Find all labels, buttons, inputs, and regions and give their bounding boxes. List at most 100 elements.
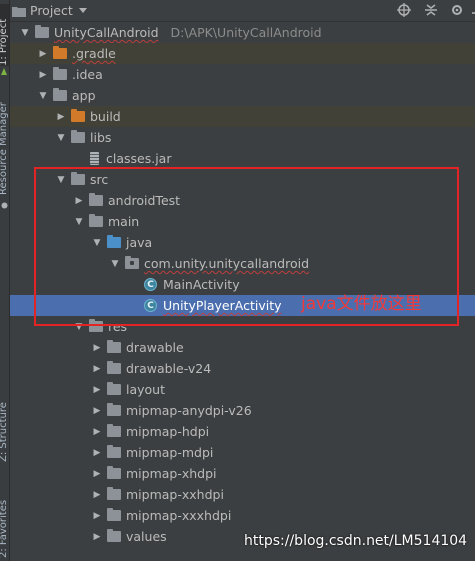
tree-row[interactable]: ▶ .idea	[10, 64, 475, 85]
tree-row[interactable]: ▶ mipmap-xxxhdpi	[10, 505, 475, 526]
folder-icon	[107, 235, 121, 248]
expand-down-icon[interactable]: ▼	[54, 173, 68, 187]
project-tool-tab[interactable]: 1: Project	[0, 4, 9, 66]
class-icon: C	[144, 278, 157, 291]
tree-row[interactable]: ▼ res	[10, 316, 475, 337]
tree-item-label: app	[72, 88, 96, 103]
tree-item-label: values	[126, 529, 167, 544]
tree-row[interactable]: ▼ libs	[10, 127, 475, 148]
folder-icon	[107, 508, 121, 521]
expand-right-icon[interactable]: ▶	[36, 47, 50, 61]
tree-item-label: com.unity.unitycallandroid	[144, 256, 310, 271]
collapse-icon[interactable]	[422, 1, 440, 19]
tree-item-label: drawable-v24	[126, 361, 212, 376]
watermark: https://blog.csdn.net/LM514104	[244, 533, 468, 549]
resource-manager-tool-tab[interactable]: Resource Manager	[0, 95, 9, 195]
target-icon[interactable]	[395, 1, 413, 19]
minimize-icon[interactable]	[468, 1, 475, 19]
structure-tool-tab[interactable]: Z: Structure	[0, 402, 9, 462]
expand-right-icon[interactable]: ▶	[90, 362, 104, 376]
package-icon	[125, 256, 139, 269]
android-icon	[0, 64, 9, 75]
view-selector-label: Project	[30, 3, 73, 18]
project-view-selector[interactable]: Project	[12, 2, 87, 19]
gear-icon[interactable]	[448, 1, 466, 19]
chevron-down-icon	[78, 7, 87, 13]
tree-item-label: MainActivity	[163, 277, 240, 292]
folder-icon	[53, 67, 67, 80]
tree-row[interactable]: ▼ java	[10, 232, 475, 253]
folder-icon	[71, 109, 85, 122]
tree-row[interactable]: ▼ com.unity.unitycallandroid	[10, 253, 475, 274]
tree-row[interactable]: ▶ drawable	[10, 337, 475, 358]
tool-window-stripe: 1: Project Resource Manager Z: Structure…	[0, 0, 10, 561]
expand-down-icon[interactable]: ▼	[108, 257, 122, 271]
expand-right-icon[interactable]: ▶	[90, 488, 104, 502]
folder-icon	[107, 340, 121, 353]
tree-item-label: build	[90, 109, 121, 124]
expand-right-icon[interactable]: ▶	[90, 404, 104, 418]
tree-item-label: mipmap-xxhdpi	[126, 487, 224, 502]
tree-row[interactable]: ▶ drawable-v24	[10, 358, 475, 379]
expand-down-icon[interactable]: ▼	[36, 89, 50, 103]
expand-down-icon[interactable]: ▼	[72, 320, 86, 334]
folder-icon	[107, 382, 121, 395]
folder-icon	[107, 445, 121, 458]
tree-item-label: mipmap-anydpi-v26	[126, 403, 252, 418]
tree-row[interactable]: ▶ .gradle	[10, 43, 475, 64]
expand-right-icon[interactable]: ▶	[90, 467, 104, 481]
tree-row[interactable]: ▶ androidTest	[10, 190, 475, 211]
folder-icon	[107, 529, 121, 542]
folder-icon	[107, 424, 121, 437]
folder-icon	[89, 193, 103, 206]
tree-item-label: drawable	[126, 340, 184, 355]
expand-right-icon[interactable]: ▶	[72, 194, 86, 208]
expand-right-icon[interactable]: ▶	[36, 68, 50, 82]
favorites-tool-tab[interactable]: 2: Favorites	[0, 494, 9, 558]
tree-row[interactable]: ▶ layout	[10, 379, 475, 400]
folder-icon	[89, 214, 103, 227]
folder-icon	[35, 25, 49, 38]
expand-down-icon[interactable]: ▼	[90, 236, 104, 250]
tree-row[interactable]: ▶ build	[10, 106, 475, 127]
tree-item-label: mipmap-xhdpi	[126, 466, 217, 481]
tree-row[interactable]: ▶ mipmap-xhdpi	[10, 463, 475, 484]
annotation-text: java文件放这里	[301, 294, 422, 314]
tree-item-label: .gradle	[72, 46, 116, 61]
tree-item-label: libs	[90, 130, 112, 145]
tree-item-label: UnityCallAndroid	[54, 25, 159, 40]
tree-item-label: UnityPlayerActivity	[163, 298, 282, 313]
tree-item-label: mipmap-hdpi	[126, 424, 210, 439]
tree-row[interactable]: ▶ mipmap-xxhdpi	[10, 484, 475, 505]
folder-icon	[107, 361, 121, 374]
tree-row[interactable]: ▶ mipmap-anydpi-v26	[10, 400, 475, 421]
expand-down-icon[interactable]: ▼	[72, 215, 86, 229]
expand-right-icon[interactable]: ▶	[90, 530, 104, 544]
tree-row[interactable]: ▼ main	[10, 211, 475, 232]
expand-right-icon[interactable]: ▶	[54, 110, 68, 124]
tree-item-label: mipmap-mdpi	[126, 445, 214, 460]
jar-icon	[90, 152, 99, 165]
tree-row[interactable]: classes.jar	[10, 148, 475, 169]
tree-item-label: res	[108, 319, 128, 334]
expand-down-icon[interactable]: ▼	[54, 131, 68, 145]
expand-right-icon[interactable]: ▶	[90, 383, 104, 397]
folder-icon	[107, 487, 121, 500]
tree-row[interactable]: ▶ mipmap-mdpi	[10, 442, 475, 463]
expand-right-icon[interactable]: ▶	[90, 341, 104, 355]
tree-item-label: mipmap-xxxhdpi	[126, 508, 232, 523]
tree-row[interactable]: ▶ mipmap-hdpi	[10, 421, 475, 442]
expand-down-icon[interactable]: ▼	[18, 26, 32, 40]
tree-row[interactable]: ▼ app	[10, 85, 475, 106]
folder-icon	[53, 46, 67, 59]
expand-right-icon[interactable]: ▶	[90, 509, 104, 523]
tree-row[interactable]: ▼ UnityCallAndroid D:\APK\UnityCallAndroid	[10, 22, 475, 43]
expand-right-icon[interactable]: ▶	[90, 446, 104, 460]
tree-item-label: main	[108, 214, 140, 229]
tree-item-label: layout	[126, 382, 166, 397]
tree-row[interactable]: ▼ src	[10, 169, 475, 190]
expand-right-icon[interactable]: ▶	[90, 425, 104, 439]
folder-icon	[71, 130, 85, 143]
